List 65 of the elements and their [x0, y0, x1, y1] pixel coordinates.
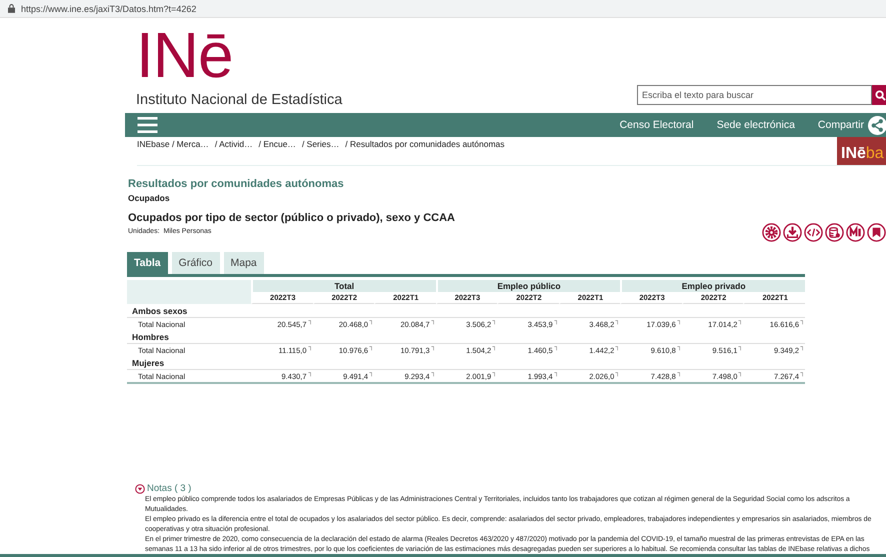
bookmark-icon[interactable]	[867, 223, 886, 242]
footnote-icon[interactable]	[492, 372, 496, 377]
share-icon[interactable]	[868, 116, 886, 134]
footnote-icon[interactable]	[676, 372, 680, 377]
settings-icon[interactable]	[762, 223, 781, 242]
column-group-header: Empleo público	[436, 280, 620, 292]
view-tab[interactable]: Gráfico	[172, 252, 220, 274]
section-label: Mujeres	[131, 357, 166, 369]
notes-title[interactable]: Notas ( 3 )	[147, 483, 192, 494]
nav-link[interactable]: Censo Electoral	[620, 119, 694, 131]
footnote-icon[interactable]	[800, 320, 803, 325]
footnote-icon[interactable]	[738, 346, 742, 351]
footnote-icon[interactable]	[492, 346, 496, 351]
footnote-icon[interactable]	[554, 320, 557, 325]
footnote-icon[interactable]	[308, 372, 311, 377]
toggle-icon[interactable]	[135, 484, 145, 494]
institute-name: Instituto Nacional de Estadística	[136, 92, 342, 108]
footnote-icon[interactable]	[615, 320, 618, 325]
column-group-header: Total	[251, 280, 436, 292]
footnote-icon[interactable]	[492, 320, 496, 325]
footnote-icon[interactable]	[800, 372, 803, 377]
lock-icon	[8, 4, 15, 13]
view-tab[interactable]: Tabla	[127, 252, 168, 274]
breadcrumb-link[interactable]: / Series…	[302, 139, 340, 165]
footnote-icon[interactable]	[676, 346, 680, 351]
footnote-icon[interactable]	[369, 372, 372, 377]
footnote-icon[interactable]	[430, 320, 434, 325]
footnote-icon[interactable]	[308, 346, 311, 351]
nav-link[interactable]: Compartir	[818, 119, 864, 131]
section-label: Hombres	[131, 331, 170, 343]
view-tab[interactable]: Mapa	[224, 252, 264, 274]
code-icon[interactable]	[804, 223, 823, 242]
footnote-icon[interactable]	[554, 346, 557, 351]
inebase-logo[interactable]: INēba	[837, 137, 886, 165]
download-icon[interactable]	[783, 223, 802, 242]
database-icon[interactable]	[825, 223, 844, 242]
breadcrumb-link[interactable]: / Encue…	[258, 139, 296, 165]
page-title: Resultados por comunidades autónomas	[128, 178, 345, 190]
footnote-icon[interactable]	[615, 372, 618, 377]
breadcrumb-link[interactable]: / Resultados por comunidades autónomas	[345, 139, 504, 165]
footnote-icon[interactable]	[615, 346, 618, 351]
url-text[interactable]: https://www.ine.es/jaxiT3/Datos.htm?t=4262	[21, 4, 196, 14]
section-label: Ambos sexos	[131, 305, 188, 317]
footnote-icon[interactable]	[430, 346, 434, 351]
footnote-icon[interactable]	[430, 372, 434, 377]
footnote-icon[interactable]	[554, 372, 557, 377]
footnote-icon[interactable]	[800, 346, 803, 351]
footnote-icon[interactable]	[308, 320, 311, 325]
footnote-icon[interactable]	[738, 320, 742, 325]
footnote-icon[interactable]	[369, 346, 372, 351]
breadcrumb-link[interactable]: / Activid…	[214, 139, 253, 165]
search-button[interactable]	[872, 85, 886, 105]
footnote-icon[interactable]	[738, 372, 742, 377]
footnote-icon[interactable]	[676, 320, 680, 325]
search-field[interactable]: Escriba el texto para buscar	[637, 85, 872, 105]
nav-link[interactable]: Sede electrónica	[716, 119, 795, 131]
logo[interactable]: INē	[136, 24, 342, 86]
m-icon[interactable]	[846, 223, 865, 242]
menu-icon[interactable]	[137, 117, 158, 133]
search-icon	[875, 90, 886, 100]
page-subtitle: Ocupados	[128, 193, 171, 203]
column-group-header: Empleo privado	[620, 280, 805, 292]
footnote-icon[interactable]	[369, 320, 372, 325]
table-title: Ocupados por tipo de sector (público o privado), sexo y CCAA	[128, 212, 455, 224]
breadcrumb-link[interactable]: INEbase / Merca…	[137, 139, 209, 165]
